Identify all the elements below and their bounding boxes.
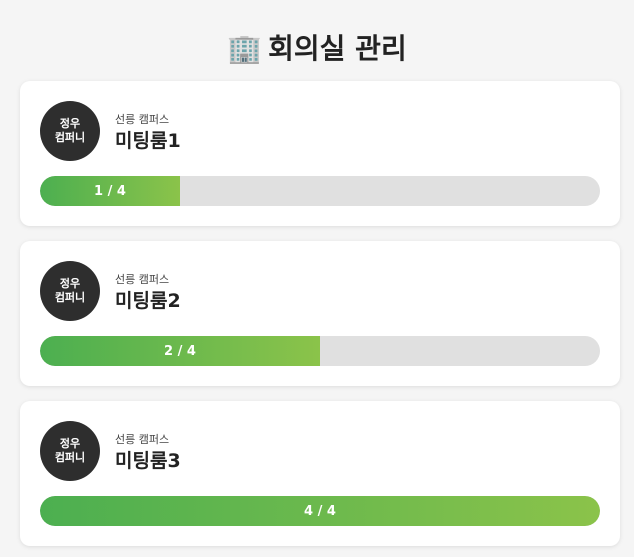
occupancy-bar: 1 / 4 — [40, 176, 600, 206]
occupancy-label: 1 / 4 — [94, 183, 126, 199]
room-name: 미팅룸2 — [115, 290, 181, 312]
company-name-line2: 컴퍼니 — [54, 291, 86, 304]
occupancy-fill: 1 / 4 — [40, 176, 180, 206]
occupancy-bar: 2 / 4 — [40, 336, 600, 366]
company-name-line2: 컴퍼니 — [54, 131, 86, 144]
company-name-line2: 컴퍼니 — [54, 451, 86, 464]
occupancy-fill: 4 / 4 — [40, 496, 600, 526]
campus-label: 선릉 캠퍼스 — [115, 113, 170, 126]
occupancy-label: 4 / 4 — [304, 503, 336, 519]
room-card[interactable]: 정우 컴퍼니 선릉 캠퍼스 미팅룸3 4 / 4 — [20, 401, 620, 546]
campus-label: 선릉 캠퍼스 — [115, 433, 170, 446]
company-avatar: 정우 컴퍼니 — [40, 421, 100, 481]
company-name-line1: 정우 — [59, 437, 81, 450]
page-title: 🏢 회의실 관리 — [0, 31, 634, 67]
occupancy-fill: 2 / 4 — [40, 336, 320, 366]
office-building-icon: 🏢 — [227, 31, 263, 65]
occupancy-bar: 4 / 4 — [40, 496, 600, 526]
occupancy-label: 2 / 4 — [164, 343, 196, 359]
company-name-line1: 정우 — [59, 277, 81, 290]
room-card[interactable]: 정우 컴퍼니 선릉 캠퍼스 미팅룸1 1 / 4 — [20, 81, 620, 226]
room-name: 미팅룸1 — [115, 130, 181, 152]
company-name-line1: 정우 — [59, 117, 81, 130]
room-name: 미팅룸3 — [115, 450, 181, 472]
page-title-text: 회의실 관리 — [268, 31, 407, 65]
campus-label: 선릉 캠퍼스 — [115, 273, 170, 286]
company-avatar: 정우 컴퍼니 — [40, 261, 100, 321]
company-avatar: 정우 컴퍼니 — [40, 101, 100, 161]
room-card[interactable]: 정우 컴퍼니 선릉 캠퍼스 미팅룸2 2 / 4 — [20, 241, 620, 386]
